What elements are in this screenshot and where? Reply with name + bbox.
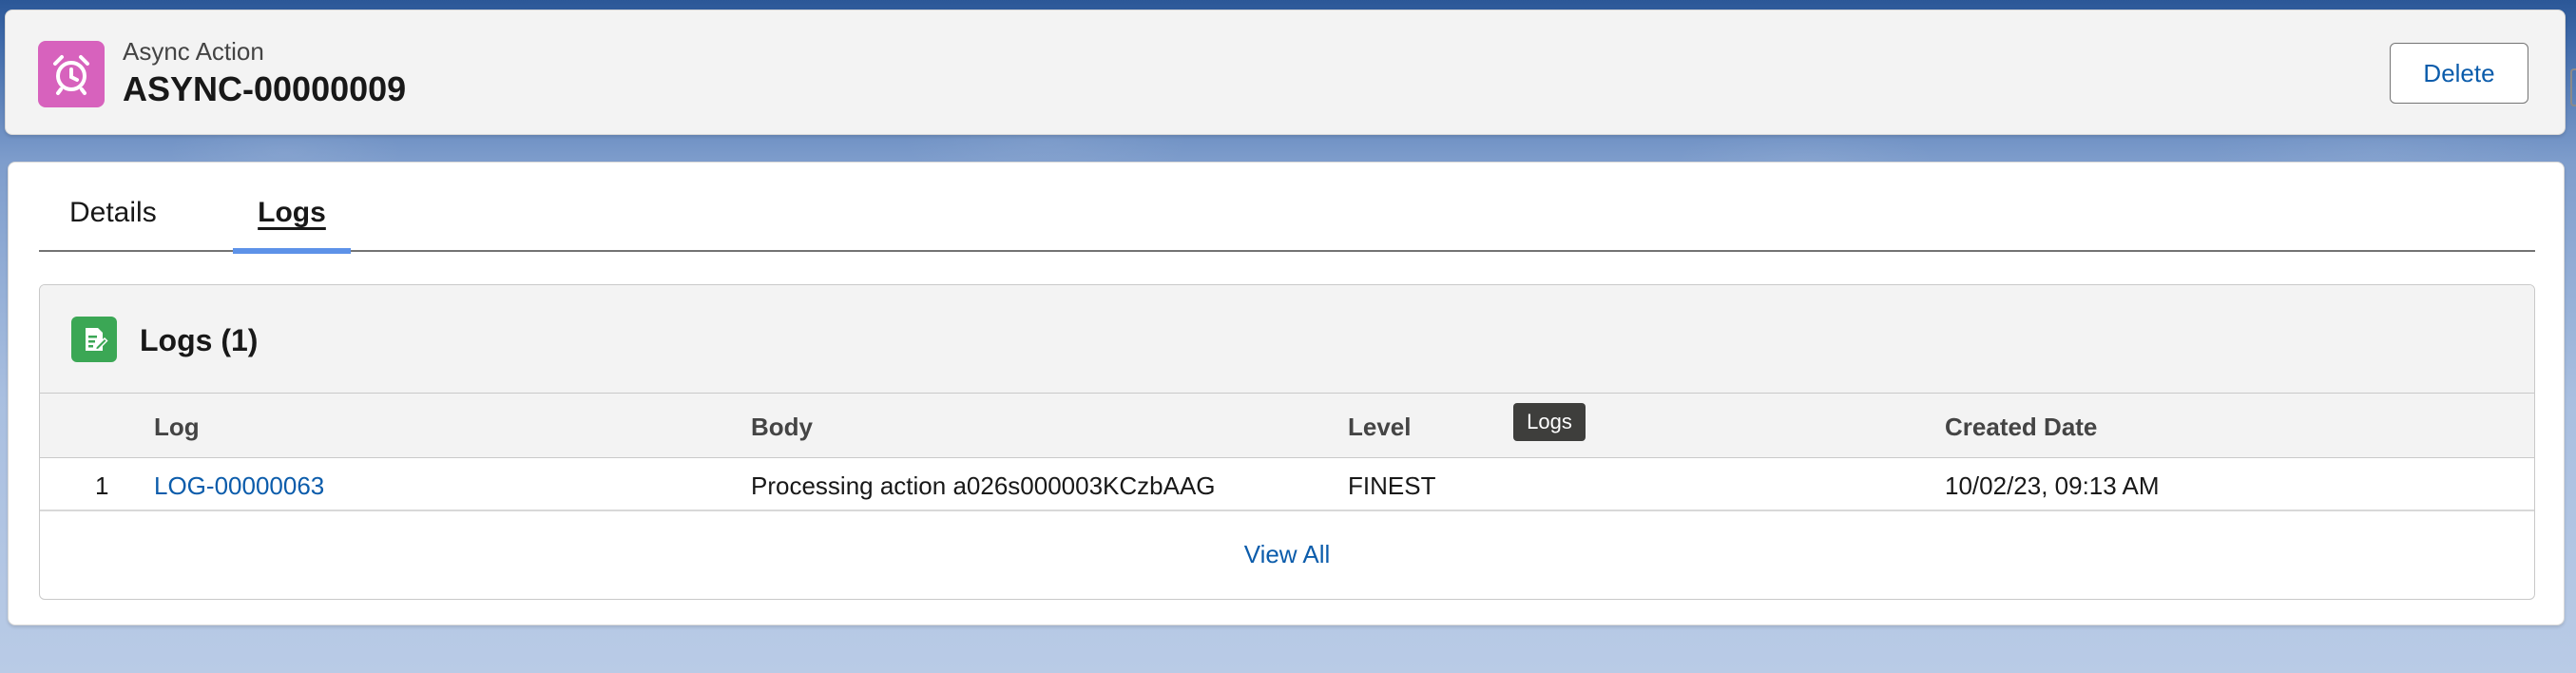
table-header-row: Log Body Level Created Date <box>40 394 2534 458</box>
column-header-body[interactable]: Body <box>751 413 813 442</box>
column-header-created-date[interactable]: Created Date <box>1945 413 2097 442</box>
tab-details-label: Details <box>69 197 157 228</box>
tooltip: Logs <box>1513 403 1586 441</box>
log-document-icon <box>71 317 117 362</box>
related-list-header: Logs (1) <box>40 285 2534 394</box>
tab-bar: Details Logs <box>39 197 2535 254</box>
row-number: 1 <box>95 471 109 500</box>
record-header: Async Action ASYNC-00000009 Delete <box>5 10 2566 135</box>
hidden-panel-edge <box>2570 68 2576 106</box>
table-row: 1 LOG-00000063 Processing action a026s00… <box>40 458 2534 511</box>
record-detail-card: Details Logs Logs (1) Log Body Level Cre… <box>8 162 2565 625</box>
log-created-date: 10/02/23, 09:13 AM <box>1945 471 2160 500</box>
alarm-clock-icon <box>38 41 105 107</box>
tab-details[interactable]: Details <box>39 197 157 252</box>
tab-logs-label: Logs <box>258 197 326 228</box>
view-all-link[interactable]: View All <box>1244 540 1331 569</box>
log-body: Processing action a026s000003KCzbAAG <box>751 471 1216 500</box>
tab-logs[interactable]: Logs <box>233 197 351 254</box>
delete-button[interactable]: Delete <box>2390 43 2528 104</box>
column-header-level[interactable]: Level <box>1348 413 1412 442</box>
logs-related-list: Logs (1) Log Body Level Created Date 1 L… <box>39 284 2535 600</box>
related-list-title[interactable]: Logs (1) <box>140 323 258 358</box>
log-link[interactable]: LOG-00000063 <box>154 471 324 501</box>
column-header-log[interactable]: Log <box>154 413 200 442</box>
record-type-label: Async Action <box>123 37 264 66</box>
related-list-footer: View All <box>40 511 2534 597</box>
record-name: ASYNC-00000009 <box>123 69 407 108</box>
log-level: FINEST <box>1348 471 1436 500</box>
